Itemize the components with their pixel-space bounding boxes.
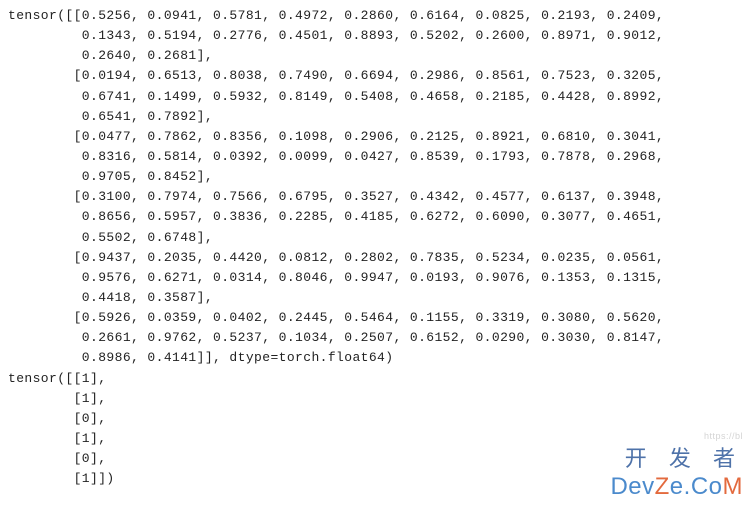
tensor-output: tensor([[0.5256, 0.0941, 0.5781, 0.4972,…	[0, 0, 755, 489]
